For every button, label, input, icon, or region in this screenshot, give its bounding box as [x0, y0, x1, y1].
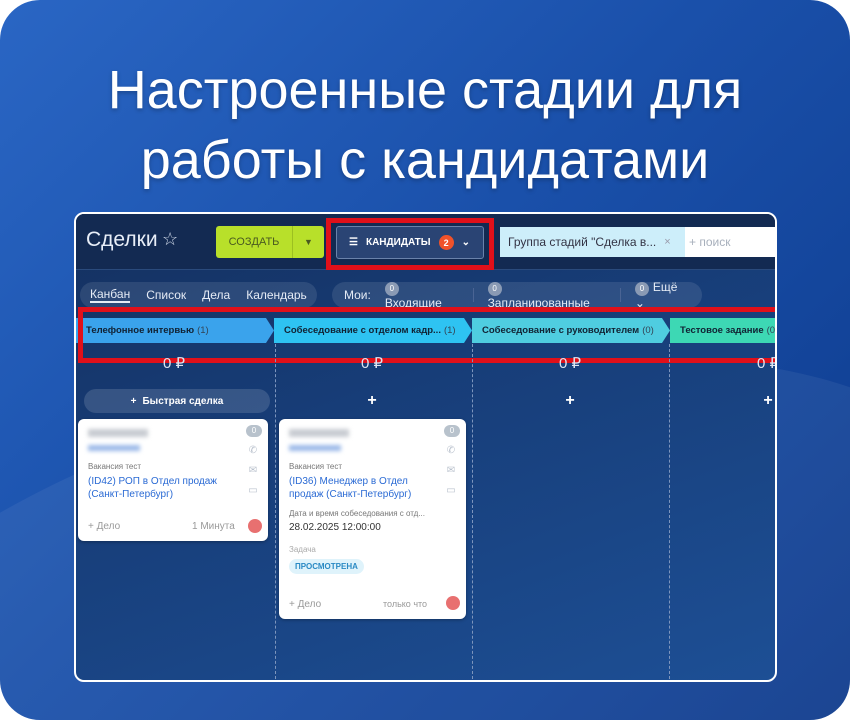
- deal-card[interactable]: 0 ✆ ✉ ▭ Вакансия тест (ID42) РОП в Отдел…: [78, 419, 268, 541]
- chevron-down-icon[interactable]: ▼: [292, 226, 324, 258]
- filter-count-badge: 2: [438, 235, 454, 250]
- mail-icon[interactable]: ✉: [246, 465, 260, 476]
- deal-card[interactable]: 0 ✆ ✉ ▭ Вакансия тест (ID36) Менеджер в …: [279, 419, 466, 619]
- close-icon[interactable]: ×: [664, 236, 670, 248]
- view-tabs: Канбан Список Дела Календарь: [80, 282, 317, 308]
- tab-kanban[interactable]: Канбан: [90, 287, 131, 303]
- chat-icon[interactable]: ▭: [246, 485, 260, 496]
- crm-screenshot: Сделки ☆ СОЗДАТЬ ▼ ☰ КАНДИДАТЫ 2 ⌄ Группа ст…: [74, 212, 777, 682]
- column-sum: 0 ₽: [756, 355, 777, 372]
- banner: Настроенные стадии для работы с кандидат…: [0, 0, 850, 720]
- page-title: Сделки: [86, 228, 158, 251]
- star-icon[interactable]: ☆: [162, 229, 178, 250]
- counter-planned[interactable]: 0Запланированные: [487, 280, 606, 310]
- add-deal-button[interactable]: +: [670, 392, 775, 410]
- filter-chip[interactable]: Группа стадий "Сделка в... ×: [500, 227, 685, 257]
- tab-activities[interactable]: Дела: [202, 288, 230, 302]
- column-sum: 0 ₽: [558, 355, 582, 372]
- add-activity-link[interactable]: + Дело: [289, 599, 321, 610]
- add-activity-link[interactable]: + Дело: [88, 521, 120, 532]
- status-badge: ПРОСМОТРЕНА: [289, 559, 364, 574]
- search-input[interactable]: Группа стадий "Сделка в... × + поиск: [500, 227, 775, 257]
- my-counters: Мои: 0Входящие 0Запланированные 0 Ещё ⌄: [332, 280, 702, 310]
- chat-icon[interactable]: ▭: [444, 485, 458, 496]
- phone-icon[interactable]: ✆: [444, 445, 458, 456]
- headline: Настроенные стадии для работы с кандидат…: [107, 60, 743, 190]
- column-sum: 0 ₽: [360, 355, 384, 372]
- tab-list[interactable]: Список: [146, 288, 186, 302]
- plus-icon: +: [130, 395, 137, 407]
- add-deal-button[interactable]: +: [472, 392, 668, 410]
- counter-incoming[interactable]: 0Входящие: [384, 280, 459, 310]
- filter-icon: ☰: [349, 237, 358, 248]
- phone-icon[interactable]: ✆: [246, 445, 260, 456]
- tab-calendar[interactable]: Календарь: [246, 288, 307, 302]
- avatar[interactable]: [248, 519, 262, 533]
- deal-title[interactable]: (ID36) Менеджер в Отдел продаж (Санкт-Пет…: [289, 475, 411, 501]
- column-sum: 0 ₽: [162, 355, 186, 372]
- chevron-down-icon: ⌄: [461, 237, 470, 248]
- counter-more[interactable]: 0 Ещё ⌄: [634, 280, 690, 310]
- deal-title[interactable]: (ID42) РОП в Отдел продаж (Санкт-Петербур…: [88, 475, 217, 501]
- create-button[interactable]: СОЗДАТЬ ▼: [216, 226, 324, 258]
- avatar[interactable]: [446, 596, 460, 610]
- filter-preset-button[interactable]: ☰ КАНДИДАТЫ 2 ⌄: [336, 226, 484, 259]
- mail-icon[interactable]: ✉: [444, 465, 458, 476]
- quick-deal-button[interactable]: + Быстрая сделка: [84, 389, 270, 413]
- add-deal-button[interactable]: +: [274, 392, 470, 410]
